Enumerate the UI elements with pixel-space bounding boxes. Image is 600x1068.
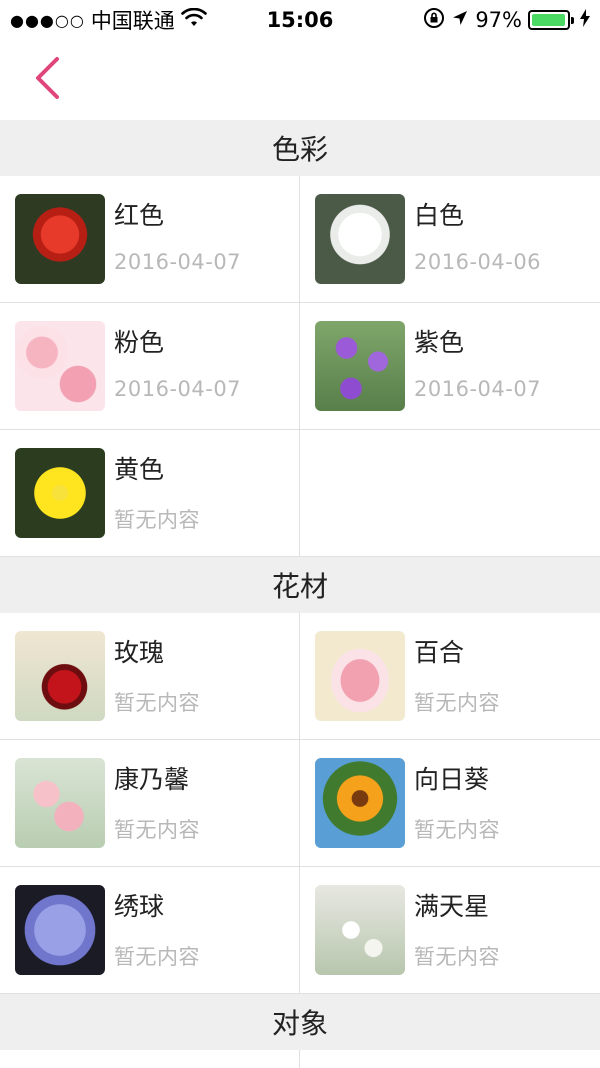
section-header-colors: 色彩	[0, 120, 600, 176]
item-title: 百合	[414, 638, 465, 667]
wifi-icon	[181, 7, 207, 33]
battery-percent: 97%	[475, 8, 522, 32]
item-title: 向日葵	[414, 765, 490, 794]
item-date: 2016-04-07	[114, 250, 242, 274]
item-title: 粉色	[114, 328, 165, 357]
item-title: 满天星	[414, 892, 490, 921]
orientation-lock-icon	[423, 7, 445, 34]
location-arrow-icon	[451, 8, 469, 32]
charging-bolt-icon	[580, 8, 590, 32]
navigation-bar	[0, 40, 600, 120]
item-date: 2016-04-07	[414, 377, 542, 401]
status-bar: ●●●○○ 中国联通 15:06 97%	[0, 0, 600, 40]
item-status: 暂无内容	[414, 691, 500, 715]
item-status: 暂无内容	[114, 818, 200, 842]
list-item[interactable]: 粉色 2016-04-07	[0, 303, 300, 430]
column-divider	[299, 1050, 300, 1068]
signal-dots-icon: ●●●○○	[10, 10, 85, 30]
item-title: 红色	[114, 201, 165, 230]
list-item[interactable]: 红色 2016-04-07	[0, 176, 300, 303]
item-title: 绣球	[114, 892, 165, 921]
item-status: 暂无内容	[114, 508, 200, 532]
list-item[interactable]: 紫色 2016-04-07	[300, 303, 600, 430]
pink-roses-thumbnail	[15, 321, 105, 411]
item-status: 暂无内容	[414, 945, 500, 969]
yellow-daisy-thumbnail	[15, 448, 105, 538]
list-item[interactable]: 百合 暂无内容	[300, 613, 600, 740]
section-grid-recipients	[0, 1050, 600, 1068]
section-header-recipients: 对象	[0, 994, 600, 1050]
white-rose-thumbnail	[315, 194, 405, 284]
item-status: 暂无内容	[414, 818, 500, 842]
item-title: 黄色	[114, 455, 165, 484]
empty-cell	[300, 430, 600, 557]
babys-breath-thumbnail	[315, 885, 405, 975]
section-header-flower-materials: 花材	[0, 557, 600, 613]
item-title: 康乃馨	[114, 765, 190, 794]
list-item[interactable]: 康乃馨 暂无内容	[0, 740, 300, 867]
item-title: 紫色	[414, 328, 465, 357]
hydrangea-thumbnail	[15, 885, 105, 975]
list-item[interactable]: 玫瑰 暂无内容	[0, 613, 300, 740]
section-grid-colors: 红色 2016-04-07 白色 2016-04-06 粉色 2016-04-0…	[0, 176, 600, 557]
item-date: 2016-04-07	[114, 377, 242, 401]
carnations-thumbnail	[15, 758, 105, 848]
battery-level	[532, 14, 565, 26]
item-date: 2016-04-06	[414, 250, 542, 274]
sunflower-thumbnail	[315, 758, 405, 848]
list-item[interactable]: 白色 2016-04-06	[300, 176, 600, 303]
item-title: 白色	[414, 201, 465, 230]
carrier-label: 中国联通	[90, 9, 175, 33]
red-gerbera-thumbnail	[15, 194, 105, 284]
battery-icon	[528, 10, 574, 30]
purple-verbena-thumbnail	[315, 321, 405, 411]
list-item[interactable]: 黄色 暂无内容	[0, 430, 300, 557]
section-grid-flower-materials: 玫瑰 暂无内容 百合 暂无内容 康乃馨 暂无内容 向日葵 暂无内容 绣球 暂无内…	[0, 613, 600, 994]
item-title: 玫瑰	[114, 638, 165, 667]
item-status: 暂无内容	[114, 945, 200, 969]
list-item[interactable]: 绣球 暂无内容	[0, 867, 300, 994]
back-button[interactable]	[22, 52, 72, 108]
chevron-left-icon	[33, 56, 61, 104]
list-item[interactable]: 满天星 暂无内容	[300, 867, 600, 994]
category-list: 色彩 红色 2016-04-07 白色 2016-04-06 粉色 2016-0…	[0, 120, 600, 1068]
list-item[interactable]: 向日葵 暂无内容	[300, 740, 600, 867]
item-status: 暂无内容	[114, 691, 200, 715]
red-rose-thumbnail	[15, 631, 105, 721]
pink-lily-thumbnail	[315, 631, 405, 721]
